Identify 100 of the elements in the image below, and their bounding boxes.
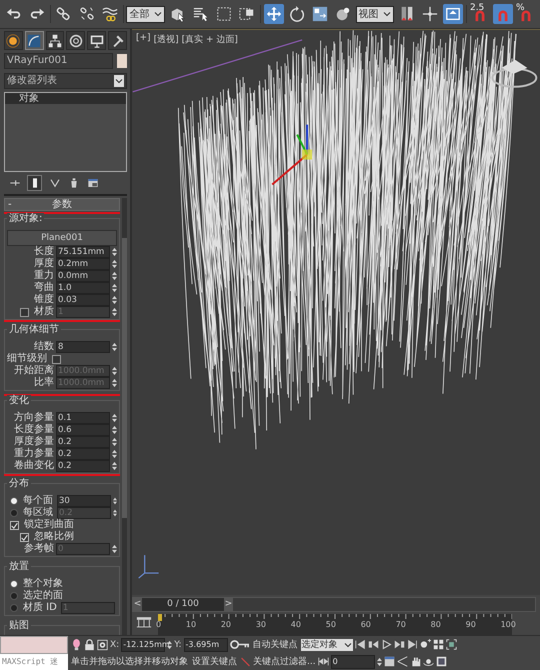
scrollbar-thumb[interactable] [122, 238, 127, 518]
auto-key-button[interactable]: 自动关键点 [252, 638, 299, 651]
go-to-start-icon[interactable] [354, 639, 366, 650]
set-key-button[interactable]: 设置关键点 [191, 655, 238, 668]
toolbar-button[interactable]: 2.5 [470, 4, 490, 24]
previous-frame-button[interactable]: < [133, 598, 142, 611]
lightbulb-icon[interactable] [71, 638, 82, 650]
command-tab[interactable] [87, 31, 106, 50]
mirror-icon [399, 6, 416, 22]
spinner-arrows-icon[interactable] [112, 425, 117, 435]
number-field[interactable]: 0.0mm [56, 270, 110, 282]
stack-tool-button[interactable] [27, 175, 42, 191]
number-field[interactable]: 0.1 [56, 412, 110, 424]
number-field[interactable]: 30 [57, 495, 111, 507]
maximize-icon[interactable] [436, 656, 447, 667]
toolbar-button[interactable] [443, 4, 464, 24]
number-field[interactable]: 1.0 [56, 282, 110, 294]
frame-number: 40 [290, 620, 301, 629]
stack-tool-button[interactable] [86, 176, 99, 190]
number-field[interactable]: 0.2 [56, 436, 110, 448]
key-filters-button[interactable]: 关键点过滤器... [253, 655, 316, 668]
zoom-icon[interactable] [420, 639, 431, 650]
viewport-label[interactable]: [真实 + 边面] [182, 33, 238, 46]
spinner-arrows-icon[interactable] [112, 437, 117, 447]
spinner-arrows-icon[interactable] [112, 247, 117, 257]
number-field[interactable]: 0.03 [56, 294, 110, 306]
radio-button[interactable] [10, 497, 18, 505]
number-field[interactable]: 0.2 [56, 448, 110, 460]
spinner-arrows-icon[interactable] [112, 413, 117, 423]
hierarchy-icon [48, 34, 62, 48]
viewport-label[interactable]: [+] [136, 33, 151, 46]
checkbox[interactable] [10, 520, 19, 530]
spinner-arrows-icon[interactable] [112, 295, 117, 305]
number-field[interactable]: 0.2mm [56, 258, 110, 270]
checkbox[interactable] [52, 354, 61, 364]
next-key-icon[interactable] [394, 639, 405, 650]
command-tab[interactable] [66, 31, 86, 50]
command-tab[interactable] [24, 31, 44, 50]
checkbox[interactable] [20, 532, 29, 542]
object-name-field[interactable]: VRayFur001 [4, 53, 113, 69]
previous-key-icon[interactable] [368, 639, 379, 650]
frame-step-icon[interactable] [318, 656, 329, 667]
spinner-arrows-icon[interactable] [112, 366, 117, 376]
orbit-icon[interactable] [422, 656, 434, 667]
command-tab[interactable] [46, 31, 64, 50]
spinner-arrows-icon[interactable] [113, 496, 117, 506]
command-tab[interactable] [4, 31, 23, 50]
maxscript-output-field[interactable] [0, 636, 68, 654]
spinner-arrows-icon[interactable] [112, 283, 117, 293]
dropdown[interactable]: 视图 [356, 6, 394, 22]
number-field[interactable]: 75.151mm [56, 246, 110, 258]
toolbar-button[interactable] [264, 4, 284, 24]
pan-hand-icon[interactable] [410, 656, 421, 667]
spinner-arrows-icon[interactable] [112, 342, 117, 352]
radio-button[interactable] [10, 592, 18, 600]
command-tab[interactable] [108, 31, 127, 50]
coordinate-field[interactable]: -3.695m [184, 638, 228, 652]
time-slider[interactable]: < 0 / 100 > [132, 597, 536, 612]
zoom-extents-icon[interactable] [446, 639, 457, 650]
go-to-end-icon[interactable] [406, 639, 418, 650]
source-object-button[interactable]: Plane001 [7, 230, 117, 246]
number-field[interactable]: 8 [56, 341, 110, 353]
rollout-header[interactable]: - 参数 [4, 198, 120, 211]
spinner-arrows-icon[interactable] [112, 544, 117, 554]
option-label: 选定的面 [23, 590, 63, 602]
viewport-label[interactable]: [透视] [154, 33, 179, 46]
parameter-label: 厚度参量 [14, 436, 54, 448]
spinner-arrows-icon[interactable] [112, 461, 117, 471]
time-slider-thumb[interactable]: < 0 / 100 > [133, 598, 233, 611]
spinner-arrows-icon[interactable] [112, 259, 117, 269]
number-field[interactable]: 0.2 [56, 460, 110, 472]
spinner-arrows-icon[interactable] [112, 271, 117, 281]
spinner-arrows-icon[interactable] [113, 508, 117, 518]
lock-icon[interactable] [84, 638, 95, 650]
gear-icon[interactable] [97, 638, 108, 650]
stack-item[interactable]: 对象 [5, 93, 126, 104]
curve-editor-icon[interactable] [136, 616, 152, 629]
dropdown[interactable]: 全部 [126, 6, 165, 22]
modifier-list-dropdown[interactable]: 修改器列表 [4, 73, 127, 89]
spinner-arrows-icon[interactable] [167, 640, 172, 650]
maxscript-input-field[interactable]: MAXScript 迷 [0, 654, 68, 670]
play-icon[interactable] [380, 639, 392, 650]
current-frame-marker[interactable] [158, 614, 162, 621]
key-icon[interactable] [230, 640, 250, 649]
object-color-swatch[interactable] [117, 54, 127, 68]
frame-field[interactable]: 0 [330, 654, 375, 668]
number-field[interactable]: 0.6 [56, 424, 110, 436]
spinner-arrows-icon[interactable] [376, 656, 382, 666]
viewcube-icon[interactable] [491, 60, 538, 88]
key-mode-dropdown[interactable]: 选定对象 [300, 638, 353, 650]
next-frame-button[interactable]: > [224, 598, 233, 611]
parameter-label: 比率 [34, 377, 54, 389]
spinner-arrows-icon[interactable] [112, 378, 117, 388]
zoom-all-icon[interactable] [432, 639, 444, 650]
field-of-view-icon[interactable] [396, 656, 408, 667]
spinner-arrows-icon[interactable] [112, 307, 117, 317]
radio-button[interactable] [10, 580, 18, 588]
spinner-arrows-icon[interactable] [112, 449, 117, 459]
move-gizmo-icon[interactable] [272, 124, 312, 186]
toolbar-button[interactable]: % [516, 4, 536, 24]
